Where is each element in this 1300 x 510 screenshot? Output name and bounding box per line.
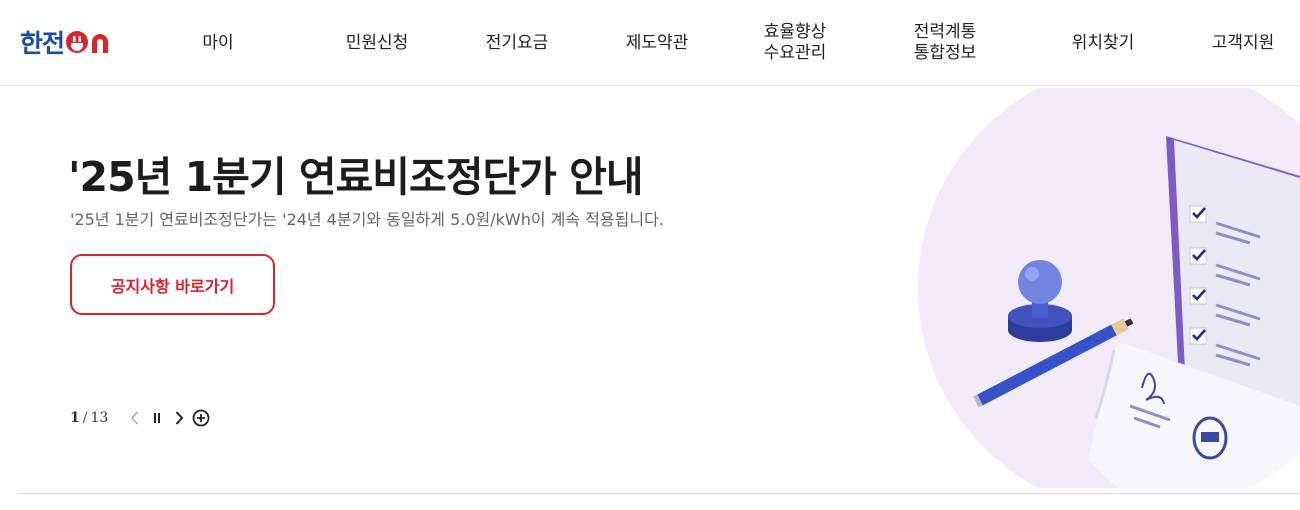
nav-label: 고객지원 [1211,32,1275,53]
nav-label-line1: 전력계통 [913,22,977,42]
slide-current: 1 [70,410,80,426]
contract-stamp-illustration [918,88,1300,488]
pause-slide-button[interactable] [146,407,168,429]
nav-label-line1: 효율향상 [763,22,827,42]
hero-title: '25년 1분기 연료비조정단가 안내 [68,153,644,201]
nav-label-line2: 통합정보 [913,43,977,63]
chevron-left-icon [131,411,139,425]
nav-label: 마이 [202,32,234,53]
plus-circle-icon [192,409,210,427]
logo-plug-icon [66,31,109,53]
nav-item-terms[interactable]: 제도약관 [610,0,704,86]
nav-item-my[interactable]: 마이 [178,0,258,86]
section-divider [18,493,1300,494]
nav-item-support[interactable]: 고객지원 [1196,0,1290,86]
chevron-right-icon [176,411,184,425]
prev-slide-button[interactable] [124,407,146,429]
slide-total: 13 [90,410,109,426]
site-header: 한전 마이 민원신청 전기요금 제도약관 효율향상 수요관리 전력계통 통합정보… [0,0,1300,86]
logo[interactable]: 한전 [20,27,112,58]
slide-pager: 1 / 13 [70,407,212,429]
logo-text: 한전 [20,29,65,58]
nav-label-line2: 수요관리 [763,43,827,63]
notice-shortcut-button[interactable]: 공지사항 바로가기 [70,254,275,315]
nav-item-civil-application[interactable]: 민원신청 [330,0,424,86]
hero-description: '25년 1분기 연료비조정단가는 '24년 4분기와 동일하게 5.0원/kW… [70,210,664,229]
slide-separator: / [82,410,88,426]
logo-on-mark [66,29,112,55]
view-all-slides-button[interactable] [190,407,212,429]
nav-label: 전기요금 [485,32,549,53]
next-slide-button[interactable] [168,407,190,429]
nav-item-location[interactable]: 위치찾기 [1056,0,1150,86]
nav-label: 제도약관 [625,32,689,53]
nav-label: 민원신청 [345,32,409,53]
pause-icon [154,413,161,423]
nav-item-electric-bill[interactable]: 전기요금 [470,0,564,86]
nav-item-efficiency[interactable]: 효율향상 수요관리 [746,0,844,86]
nav-label: 위치찾기 [1071,32,1135,53]
nav-item-grid-info[interactable]: 전력계통 통합정보 [896,0,994,86]
